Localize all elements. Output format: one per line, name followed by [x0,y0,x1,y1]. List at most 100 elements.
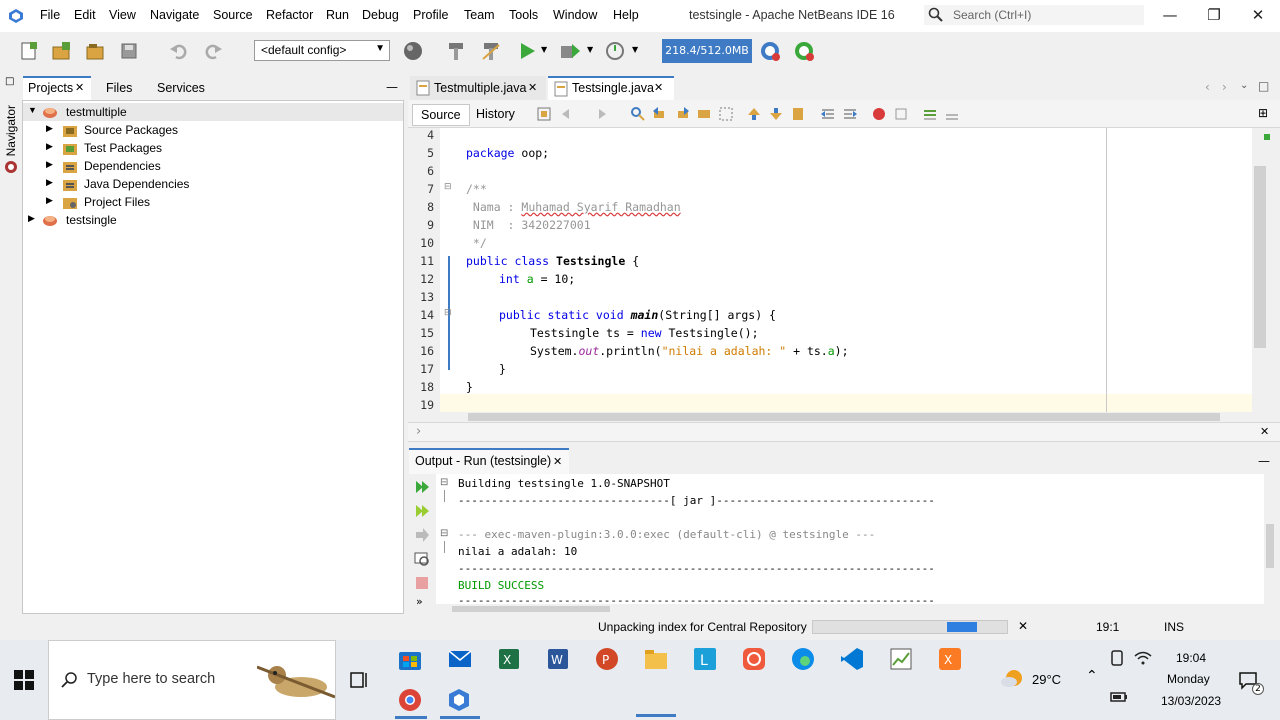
minimize-button[interactable]: — [1160,6,1180,26]
new-file-icon[interactable] [18,40,40,62]
undo-icon[interactable] [168,40,190,62]
config-select[interactable]: <default config> ▼ [254,40,390,61]
background-task-label[interactable]: Unpacking index for Central Repository [598,620,807,634]
chevron-right-icon[interactable]: ▶ [46,177,53,188]
stop-icon[interactable] [414,575,430,591]
tab-output-run[interactable]: Output - Run (testsingle) ✕ [409,448,569,474]
tree-item-testsingle[interactable]: ▶ testsingle [26,211,396,229]
new-project-icon[interactable] [50,40,72,62]
source-view-button[interactable]: Source [412,104,470,126]
gc-icon[interactable] [758,39,782,63]
chrome-icon[interactable] [398,688,422,712]
editor-vertical-scrollbar[interactable] [1252,128,1268,412]
menu-edit[interactable]: Edit [74,8,96,22]
step-arrow-icon[interactable] [414,527,430,543]
menu-source[interactable]: Source [213,8,253,22]
battery-icon[interactable] [1110,690,1128,704]
minimize-panel-icon[interactable]: — [1258,454,1270,468]
close-tab-icon[interactable]: ✕ [553,455,562,468]
chevron-right-icon[interactable]: ▶ [46,123,53,134]
cancel-task-icon[interactable]: ✕ [1018,619,1028,633]
fold-toggle-icon[interactable]: ⊟ [440,528,448,539]
insert-mode[interactable]: INS [1164,620,1184,634]
tree-item-java-dependencies[interactable]: ▶ Java Dependencies [26,175,396,193]
open-project-icon[interactable] [84,40,106,62]
toggle-highlight-icon[interactable] [696,106,712,122]
menu-help[interactable]: Help [613,8,639,22]
debug-dropdown-icon[interactable]: ▼ [587,45,593,54]
next-bookmark-icon[interactable] [768,106,784,122]
device-icon[interactable] [1110,650,1124,666]
chart-app-icon[interactable] [889,647,913,671]
mail-icon[interactable] [448,647,472,671]
tab-list-dropdown-icon[interactable]: ⌄ [1240,80,1248,91]
stop-macro-icon[interactable] [894,107,908,121]
scrollbar-thumb[interactable] [1266,524,1274,568]
navigator-tab[interactable]: Navigator [4,105,18,156]
ide-search-input[interactable]: Search (Ctrl+I) [924,5,1144,25]
output-vertical-scrollbar[interactable] [1264,474,1276,604]
toggle-bookmark-icon[interactable] [790,106,806,122]
weather-temperature[interactable]: 29°C [1032,672,1061,687]
fold-toggle-icon[interactable]: ⊟ [440,477,448,488]
save-all-icon[interactable] [118,40,140,62]
tree-item-dependencies[interactable]: ▶ Dependencies [26,157,396,175]
word-icon[interactable]: W [546,647,570,671]
memory-meter[interactable]: 218.4/512.0MB [662,39,752,63]
clock-date[interactable]: 13/03/2023 [1161,694,1221,708]
find-next-icon[interactable] [674,106,690,122]
excel-icon[interactable]: X [497,647,521,671]
run-icon[interactable] [516,40,538,62]
caret-position[interactable]: 19:1 [1096,620,1119,634]
close-window-button[interactable]: ✕ [1248,6,1268,26]
minimize-panel-icon[interactable]: — [386,80,398,94]
browser-globe-icon[interactable] [402,40,424,62]
output-horizontal-scrollbar[interactable] [436,604,1264,614]
close-tab-icon[interactable]: ✕ [528,81,537,94]
scroll-tabs-right-icon[interactable]: › [1222,80,1227,94]
scrollbar-thumb[interactable] [452,606,610,612]
shift-right-icon[interactable] [842,106,858,122]
prev-bookmark-icon[interactable] [746,106,762,122]
split-editor-icon[interactable]: ⊞ [1258,106,1268,120]
tray-expand-icon[interactable]: ⌃ [1086,668,1098,684]
tab-files[interactable]: Files [106,81,132,95]
find-icon[interactable] [630,106,646,122]
camera-app-icon[interactable] [742,647,766,671]
tree-item-project-files[interactable]: ▶ Project Files [26,193,396,211]
debug-icon[interactable] [558,40,582,62]
menu-file[interactable]: File [40,8,60,22]
tab-services[interactable]: Services [157,81,205,95]
close-tab-icon[interactable]: ✕ [654,81,663,94]
last-edit-icon[interactable] [536,106,552,122]
start-macro-icon[interactable] [872,107,886,121]
clock-time[interactable]: 19:04 [1176,651,1206,665]
wifi-icon[interactable] [1134,650,1152,666]
weather-icon[interactable] [1000,668,1024,690]
clean-build-icon[interactable] [480,40,502,62]
menu-debug[interactable]: Debug [362,8,399,22]
history-view-button[interactable]: History [468,104,523,126]
menu-view[interactable]: View [109,8,136,22]
edge-browser-icon[interactable] [791,647,815,671]
tasks-icon[interactable] [4,160,18,174]
menu-refactor[interactable]: Refactor [266,8,313,22]
maximize-button[interactable]: ❐ [1204,6,1224,26]
scrollbar-thumb[interactable] [468,413,1220,421]
expand-chevron-icon[interactable]: ▼ [28,105,37,115]
code-editor[interactable] [440,128,1252,412]
vscode-icon[interactable] [840,647,864,671]
netbeans-taskbar-icon[interactable] [447,688,471,712]
build-hammer-icon[interactable] [445,40,467,62]
xampp-icon[interactable]: X [938,647,962,671]
forward-icon[interactable] [592,106,608,122]
shift-left-icon[interactable] [820,106,836,122]
powerpoint-icon[interactable]: P [595,647,619,671]
rerun-with-params-icon[interactable] [414,503,430,519]
run-dropdown-icon[interactable]: ▼ [541,45,547,54]
profile-icon[interactable] [604,40,628,62]
profile-dropdown-icon[interactable]: ▼ [632,45,638,54]
menu-team[interactable]: Team [464,8,495,22]
task-view-icon[interactable] [350,670,370,690]
restore-panel-icon[interactable]: □ [5,76,14,87]
